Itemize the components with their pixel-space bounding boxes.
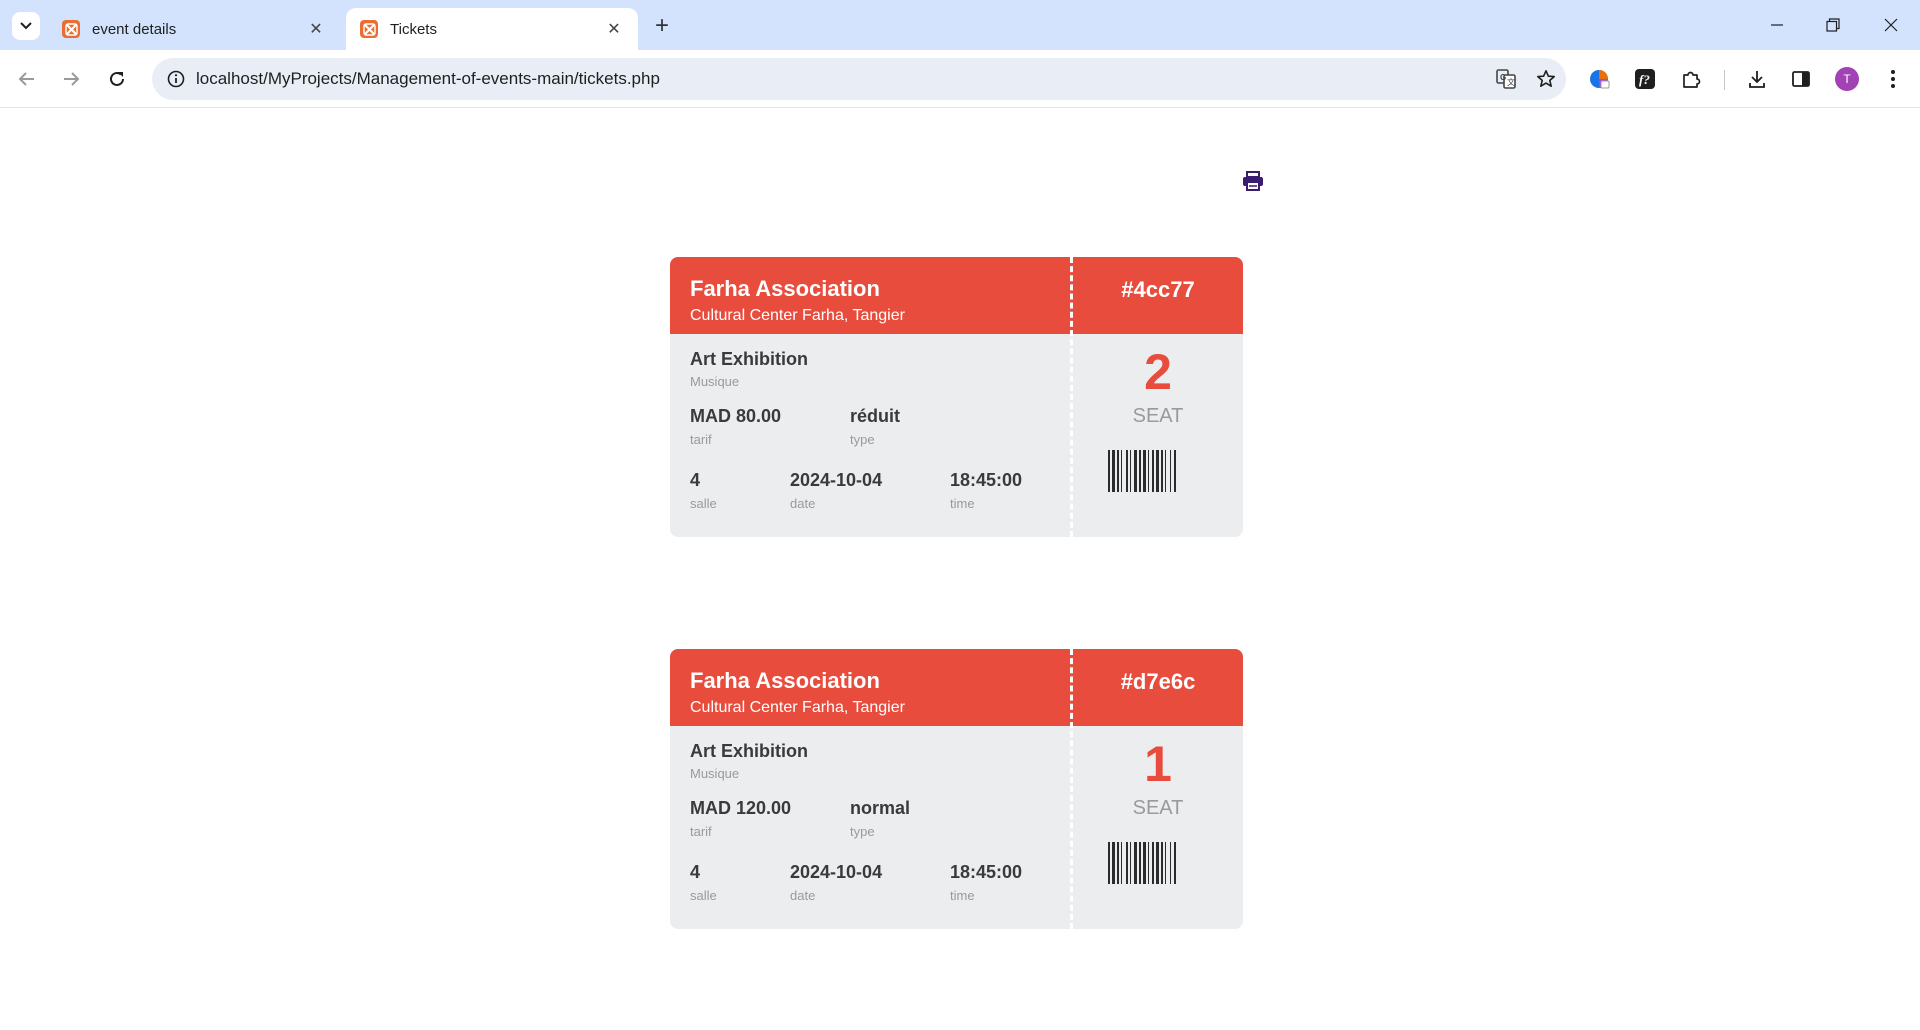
- extensions-button[interactable]: [1676, 64, 1706, 94]
- svg-text:文: 文: [1507, 77, 1515, 87]
- seat-label: SEAT: [1132, 797, 1184, 819]
- reload-button[interactable]: [102, 64, 132, 94]
- tab-title: event details: [92, 20, 177, 38]
- translate-icon: G文: [1496, 69, 1516, 89]
- tab-search-button[interactable]: [12, 12, 40, 40]
- browser-menu-button[interactable]: [1878, 64, 1908, 94]
- event-name: Art Exhibition: [690, 349, 808, 369]
- profile-button[interactable]: T: [1832, 64, 1862, 94]
- type-value: réduit: [850, 406, 901, 426]
- time-label: time: [950, 888, 975, 903]
- event-category: Musique: [690, 374, 740, 389]
- downloads-button[interactable]: [1742, 64, 1772, 94]
- event-name: Art Exhibition: [690, 741, 808, 761]
- organization-name: Farha Association: [690, 668, 880, 693]
- salle-label: salle: [690, 496, 717, 511]
- seat-number: 1: [1144, 736, 1172, 792]
- tarif-label: tarif: [690, 432, 712, 447]
- minimize-button[interactable]: [1762, 12, 1792, 38]
- tab-event-details[interactable]: event details ✕: [48, 8, 340, 50]
- date-label: date: [790, 496, 816, 511]
- xampp-favicon-icon: [62, 20, 80, 38]
- bookmark-button[interactable]: [1526, 58, 1566, 100]
- tarif-value: MAD 80.00: [690, 406, 782, 426]
- printer-icon: [1243, 171, 1263, 191]
- tab-title: Tickets: [390, 20, 437, 38]
- type-label: type: [850, 824, 875, 839]
- colorful-extension-icon: [1590, 70, 1610, 89]
- toolbar-separator: [1724, 70, 1725, 90]
- function-icon: f?: [1635, 69, 1655, 89]
- side-panel-button[interactable]: [1786, 64, 1816, 94]
- kebab-menu-icon: [1891, 70, 1895, 88]
- ticket-id: #d7e6c: [1120, 669, 1196, 694]
- date-value: 2024-10-04: [790, 862, 883, 882]
- barcode-icon: [1108, 450, 1176, 492]
- new-tab-button[interactable]: +: [650, 14, 674, 38]
- forward-button[interactable]: [56, 64, 86, 94]
- url-text[interactable]: localhost/MyProjects/Management-of-event…: [196, 69, 1486, 89]
- tarif-label: tarif: [690, 824, 712, 839]
- arrow-left-icon: [18, 72, 34, 86]
- organization-name: Farha Association: [690, 276, 880, 301]
- close-icon[interactable]: ✕: [306, 19, 326, 39]
- type-label: type: [850, 432, 875, 447]
- salle-value: 4: [690, 470, 701, 490]
- side-panel-icon: [1792, 71, 1810, 87]
- seat-number: 2: [1144, 344, 1172, 400]
- chevron-down-icon: [20, 22, 32, 30]
- puzzle-icon: [1683, 71, 1701, 88]
- venue-name: Cultural Center Farha, Tangier: [690, 699, 905, 716]
- time-value: 18:45:00: [950, 862, 1023, 882]
- back-button[interactable]: [12, 64, 42, 94]
- svg-text:f?: f?: [1639, 72, 1650, 87]
- print-button[interactable]: [1240, 168, 1266, 194]
- date-value: 2024-10-04: [790, 470, 883, 490]
- salle-label: salle: [690, 888, 717, 903]
- extension-copilot-button[interactable]: [1584, 64, 1614, 94]
- extension-formula-button[interactable]: f?: [1630, 64, 1660, 94]
- translate-button[interactable]: G文: [1486, 58, 1526, 100]
- ticket-card: Farha Association Cultural Center Farha,…: [670, 649, 1243, 929]
- svg-text:G: G: [1500, 73, 1506, 82]
- restore-button[interactable]: [1818, 12, 1848, 38]
- download-icon: [1749, 71, 1765, 88]
- venue-name: Cultural Center Farha, Tangier: [690, 307, 905, 324]
- date-label: date: [790, 888, 816, 903]
- time-label: time: [950, 496, 975, 511]
- seat-label: SEAT: [1132, 405, 1184, 427]
- reload-icon: [110, 71, 124, 86]
- salle-value: 4: [690, 862, 701, 882]
- browser-toolbar: localhost/MyProjects/Management-of-event…: [0, 50, 1920, 108]
- tab-tickets[interactable]: Tickets ✕: [346, 8, 638, 50]
- address-bar[interactable]: localhost/MyProjects/Management-of-event…: [152, 58, 1566, 100]
- browser-tab-bar: event details ✕ Tickets ✕ +: [0, 0, 1920, 50]
- avatar: T: [1835, 67, 1859, 91]
- star-icon: [1537, 70, 1555, 87]
- close-window-button[interactable]: [1876, 12, 1906, 38]
- close-icon[interactable]: ✕: [604, 19, 624, 39]
- type-value: normal: [850, 798, 911, 818]
- event-category: Musique: [690, 766, 740, 781]
- time-value: 18:45:00: [950, 470, 1023, 490]
- site-info-button[interactable]: [156, 58, 196, 100]
- ticket-id: #4cc77: [1121, 277, 1195, 302]
- info-icon: [167, 70, 185, 88]
- tarif-value: MAD 120.00: [690, 798, 792, 818]
- minimize-icon: [1771, 24, 1783, 26]
- restore-icon: [1826, 18, 1840, 32]
- arrow-right-icon: [64, 72, 80, 86]
- xampp-favicon-icon: [360, 20, 378, 38]
- barcode-icon: [1108, 842, 1176, 884]
- ticket-card: Farha Association Cultural Center Farha,…: [670, 257, 1243, 537]
- close-icon: [1884, 18, 1898, 32]
